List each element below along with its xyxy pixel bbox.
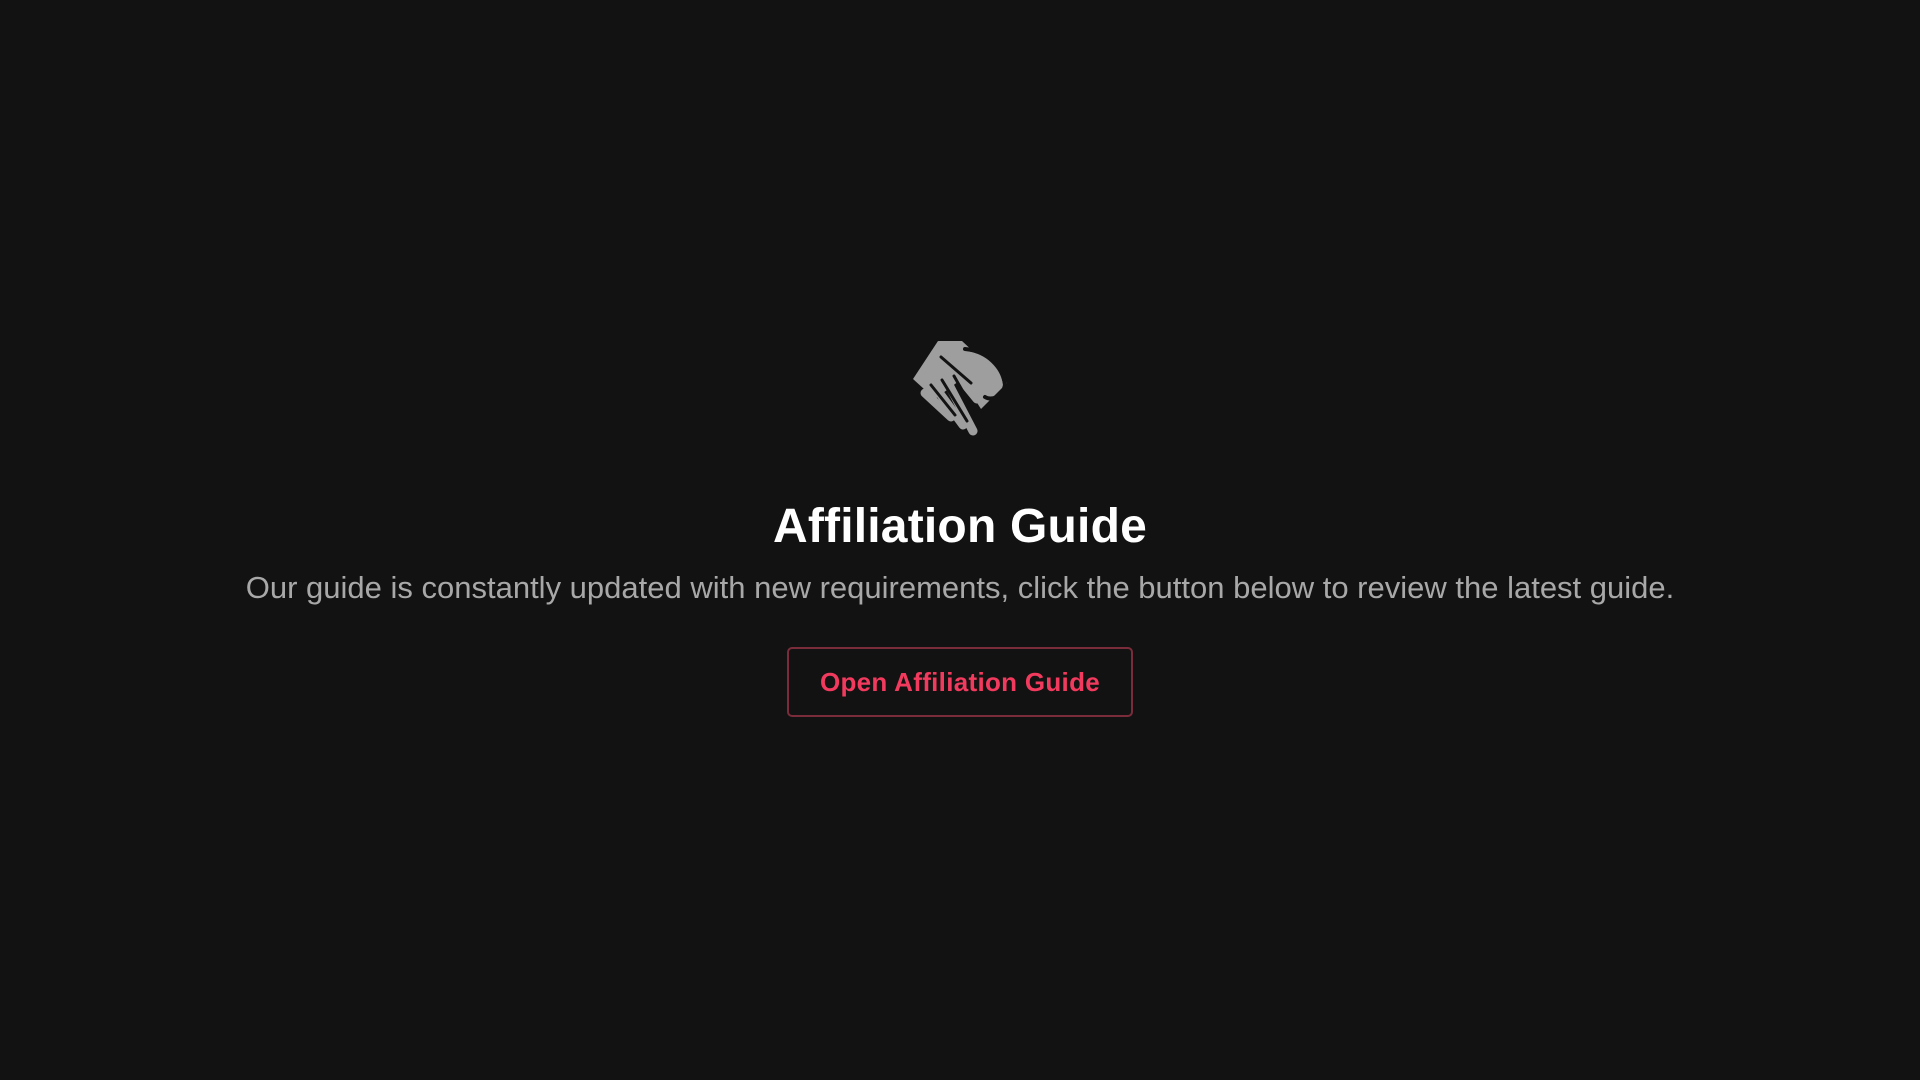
- handshake-icon: [905, 335, 1015, 445]
- open-affiliation-guide-button[interactable]: Open Affiliation Guide: [786, 647, 1134, 717]
- page-title: Affiliation Guide: [772, 500, 1148, 553]
- affiliation-guide-panel: Affiliation Guide Our guide is constantl…: [0, 335, 1920, 717]
- page: Affiliation Guide Our guide is constantl…: [0, 0, 1920, 1080]
- page-description: Our guide is constantly updated with new…: [245, 570, 1675, 605]
